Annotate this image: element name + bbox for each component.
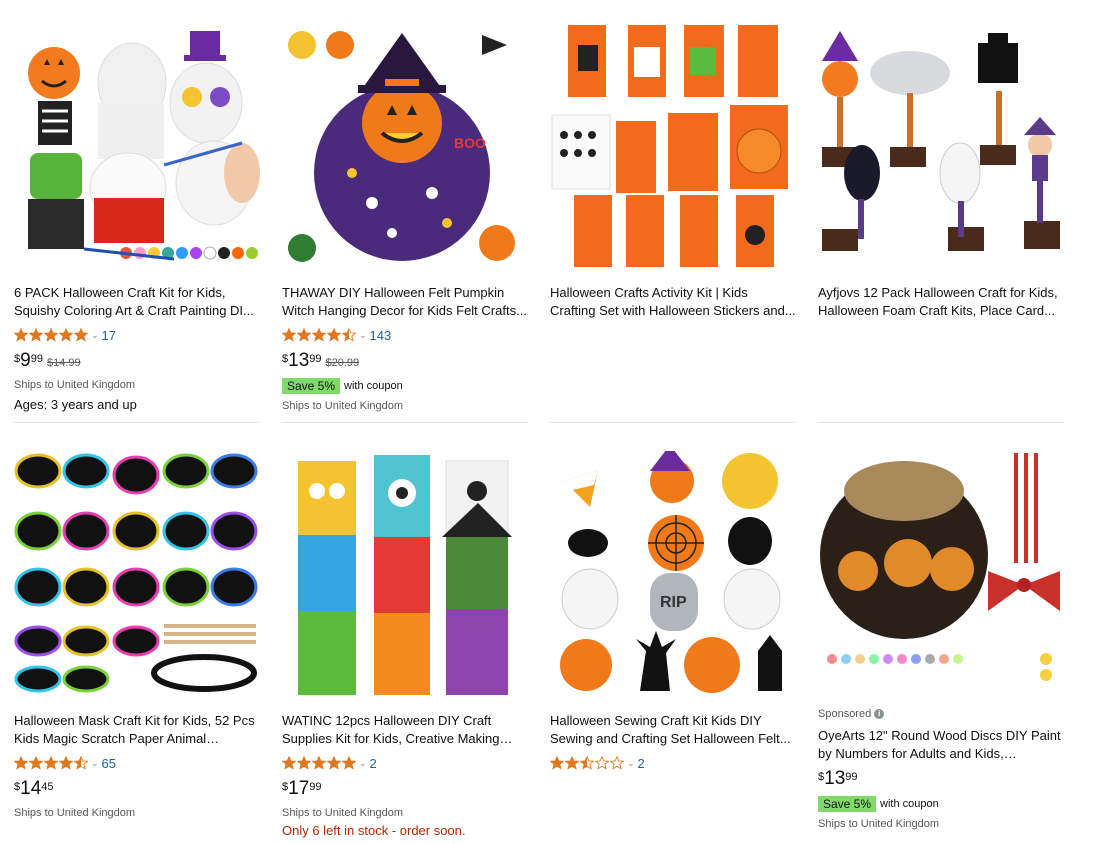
product-title[interactable]: Halloween Crafts Activity Kit | Kids Cra… (550, 284, 796, 320)
was-price: $20.99 (325, 357, 360, 369)
product-image[interactable]: RIP (550, 451, 796, 697)
star-icon (59, 756, 73, 770)
product-image[interactable] (818, 451, 1064, 697)
star-icon (59, 328, 73, 342)
rating-row[interactable]: ⌄ 2 (550, 753, 796, 773)
rating-count[interactable]: 17 (102, 328, 116, 343)
product-image[interactable] (550, 23, 796, 269)
star-icon (327, 756, 341, 770)
star-icon (282, 328, 296, 342)
shipping-note: Ships to United Kingdom (282, 807, 404, 819)
product-card: Halloween Mask Craft Kit for Kids, 52 Pc… (14, 451, 260, 819)
star-icon (342, 328, 356, 342)
product-card: 6 PACK Halloween Craft Kit for Kids, Squ… (14, 23, 260, 412)
star-rating (14, 328, 88, 342)
star-icon (44, 328, 58, 342)
star-icon (29, 328, 43, 342)
shipping-note: Ships to United Kingdom (14, 807, 136, 819)
product-image[interactable]: BOO (282, 23, 528, 269)
star-rating (14, 756, 88, 770)
price[interactable]: $ 13 99 (818, 767, 1064, 793)
stock-warning: Only 6 left in stock - order soon. (282, 823, 466, 838)
chevron-down-icon[interactable]: ⌄ (359, 330, 367, 341)
divider (550, 422, 796, 423)
star-icon (610, 756, 624, 770)
price[interactable]: $ 13 99 $20.99 (282, 349, 528, 375)
product-card: Ayfjovs 12 Pack Halloween Craft for Kids… (818, 23, 1064, 320)
divider (818, 422, 1064, 423)
star-icon (297, 328, 311, 342)
shipping-note: Ships to United Kingdom (818, 818, 940, 830)
coupon[interactable]: Save 5% with coupon (282, 376, 528, 396)
chevron-down-icon[interactable]: ⌄ (359, 758, 367, 769)
star-icon (282, 756, 296, 770)
search-results-grid: 6 PACK Halloween Craft Kit for Kids, Squ… (0, 0, 1105, 844)
product-title[interactable]: 6 PACK Halloween Craft Kit for Kids, Squ… (14, 284, 260, 320)
star-icon (14, 328, 28, 342)
star-icon (14, 756, 28, 770)
product-card: BOO THAWAY DIY Halloween Felt Pumpkin Wi… (282, 23, 528, 412)
chevron-down-icon[interactable]: ⌄ (627, 758, 635, 769)
product-title[interactable]: THAWAY DIY Halloween Felt Pumpkin Witch … (282, 284, 528, 320)
product-image[interactable] (14, 451, 260, 697)
rating-row[interactable]: ⌄ 2 (282, 753, 528, 773)
price[interactable]: $ 14 45 (14, 777, 260, 803)
star-icon (312, 328, 326, 342)
rating-count[interactable]: 65 (102, 756, 116, 771)
sponsored-label[interactable]: Sponsored i (818, 707, 1064, 721)
age-range: Ages: 3 years and up (14, 397, 137, 412)
star-icon (312, 756, 326, 770)
star-icon (595, 756, 609, 770)
shipping-note: Ships to United Kingdom (282, 400, 404, 412)
chevron-down-icon[interactable]: ⌄ (91, 758, 99, 769)
rating-row[interactable]: ⌄ 17 (14, 325, 260, 345)
star-rating (282, 328, 356, 342)
rating-count[interactable]: 143 (370, 328, 392, 343)
product-title[interactable]: Halloween Sewing Craft Kit Kids DIY Sewi… (550, 712, 796, 748)
divider (282, 422, 528, 423)
rating-row[interactable]: ⌄ 65 (14, 753, 260, 773)
rating-count[interactable]: 2 (370, 756, 377, 771)
star-rating (282, 756, 356, 770)
product-image[interactable] (282, 451, 528, 697)
product-title[interactable]: Ayfjovs 12 Pack Halloween Craft for Kids… (818, 284, 1064, 320)
product-title[interactable]: OyeArts 12" Round Wood Discs DIY Paint b… (818, 727, 1064, 763)
coupon-badge[interactable]: Save 5% (818, 796, 877, 812)
info-icon[interactable]: i (874, 709, 885, 719)
product-title[interactable]: Halloween Mask Craft Kit for Kids, 52 Pc… (14, 712, 260, 748)
star-icon (550, 756, 564, 770)
star-icon (342, 756, 356, 770)
svg-text:RIP: RIP (660, 594, 687, 611)
star-icon (297, 756, 311, 770)
product-card: WATINC 12pcs Halloween DIY Craft Supplie… (282, 451, 528, 838)
product-card: RIP Halloween Sewing Craft Kit Kids DIY … (550, 451, 796, 773)
was-price: $14.99 (46, 357, 81, 369)
star-icon (29, 756, 43, 770)
product-image[interactable] (14, 23, 260, 269)
divider (14, 422, 260, 423)
shipping-note: Ships to United Kingdom (14, 379, 136, 391)
star-icon (580, 756, 594, 770)
star-rating (550, 756, 624, 770)
star-icon (565, 756, 579, 770)
star-icon (74, 328, 88, 342)
star-icon (327, 328, 341, 342)
rating-count[interactable]: 2 (638, 756, 645, 771)
product-title[interactable]: WATINC 12pcs Halloween DIY Craft Supplie… (282, 712, 528, 748)
rating-row[interactable]: ⌄ 143 (282, 325, 528, 345)
chevron-down-icon[interactable]: ⌄ (91, 330, 99, 341)
star-icon (74, 756, 88, 770)
product-card: Halloween Crafts Activity Kit | Kids Cra… (550, 23, 796, 320)
price[interactable]: $ 9 99 $14.99 (14, 349, 260, 375)
product-card: Sponsored i OyeArts 12" Round Wood Discs… (818, 451, 1064, 830)
coupon-badge[interactable]: Save 5% (282, 378, 341, 394)
star-icon (44, 756, 58, 770)
coupon[interactable]: Save 5% with coupon (818, 794, 1064, 814)
product-image[interactable] (818, 23, 1064, 269)
price[interactable]: $ 17 99 (282, 777, 528, 803)
svg-text:BOO: BOO (454, 135, 486, 151)
